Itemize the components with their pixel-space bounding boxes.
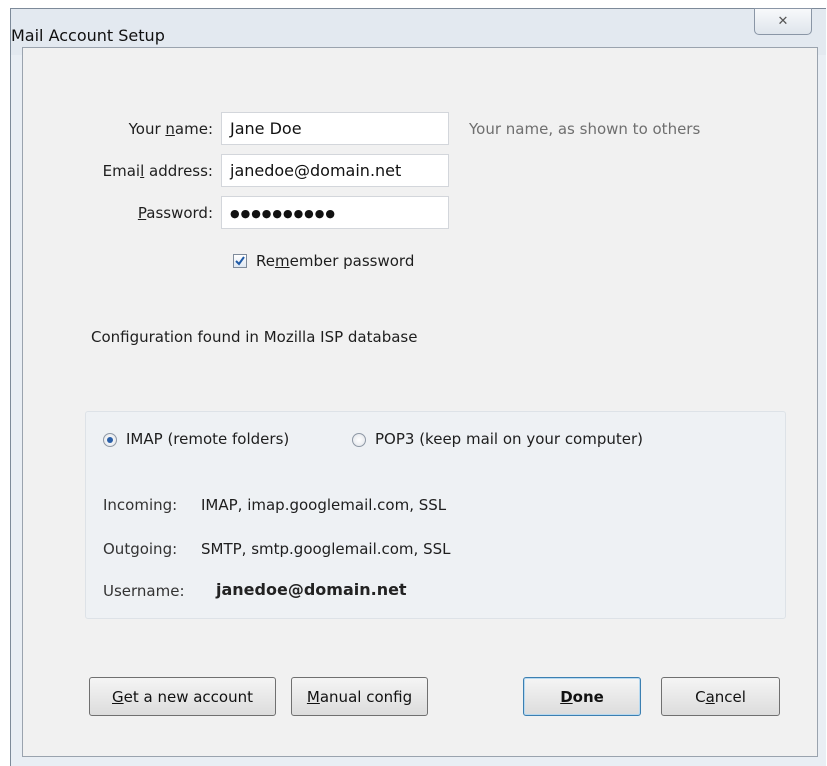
server-config-panel: IMAP (remote folders) POP3 (keep mail on… [85, 411, 786, 619]
outgoing-label: Outgoing: [103, 540, 178, 558]
pop3-radio-label[interactable]: POP3 (keep mail on your computer) [375, 430, 643, 448]
config-status-message: Configuration found in Mozilla ISP datab… [91, 328, 418, 346]
name-hint: Your name, as shown to others [469, 120, 701, 138]
radio-selected-dot [107, 437, 113, 443]
username-value: janedoe@domain.net [216, 580, 407, 599]
email-label: Email address: [102, 162, 213, 180]
pop3-radio[interactable] [352, 433, 366, 447]
outgoing-value: SMTP, smtp.googlemail.com, SSL [201, 540, 451, 558]
window-title: Mail Account Setup [11, 26, 165, 45]
incoming-label: Incoming: [103, 496, 178, 514]
name-input[interactable]: Jane Doe [221, 112, 449, 145]
remember-password-label[interactable]: Remember password [256, 252, 414, 270]
password-label: Password: [137, 204, 213, 222]
dialog-window: Mail Account Setup ✕ Your name: Jane Doe… [10, 8, 826, 766]
get-new-account-button[interactable]: Get a new account [89, 677, 276, 716]
username-label: Username: [103, 582, 185, 600]
check-icon [235, 256, 245, 266]
incoming-value: IMAP, imap.googlemail.com, SSL [201, 496, 447, 514]
imap-radio-label[interactable]: IMAP (remote folders) [126, 430, 289, 448]
cancel-button[interactable]: Ca ncel [661, 677, 780, 716]
close-icon: ✕ [777, 14, 789, 29]
close-button[interactable]: ✕ [754, 8, 812, 35]
remember-password-checkbox[interactable] [233, 254, 247, 268]
password-input[interactable]: ●●●●●●●●●● [221, 196, 449, 229]
dialog-content: Your name: Jane Doe Your name, as shown … [22, 47, 818, 757]
name-label: Your name: [128, 120, 213, 138]
manual-config-button[interactable]: Manual config [291, 677, 428, 716]
done-button[interactable]: Done [523, 677, 641, 716]
email-input[interactable]: janedoe@domain.net [221, 154, 449, 187]
imap-radio[interactable] [103, 433, 117, 447]
